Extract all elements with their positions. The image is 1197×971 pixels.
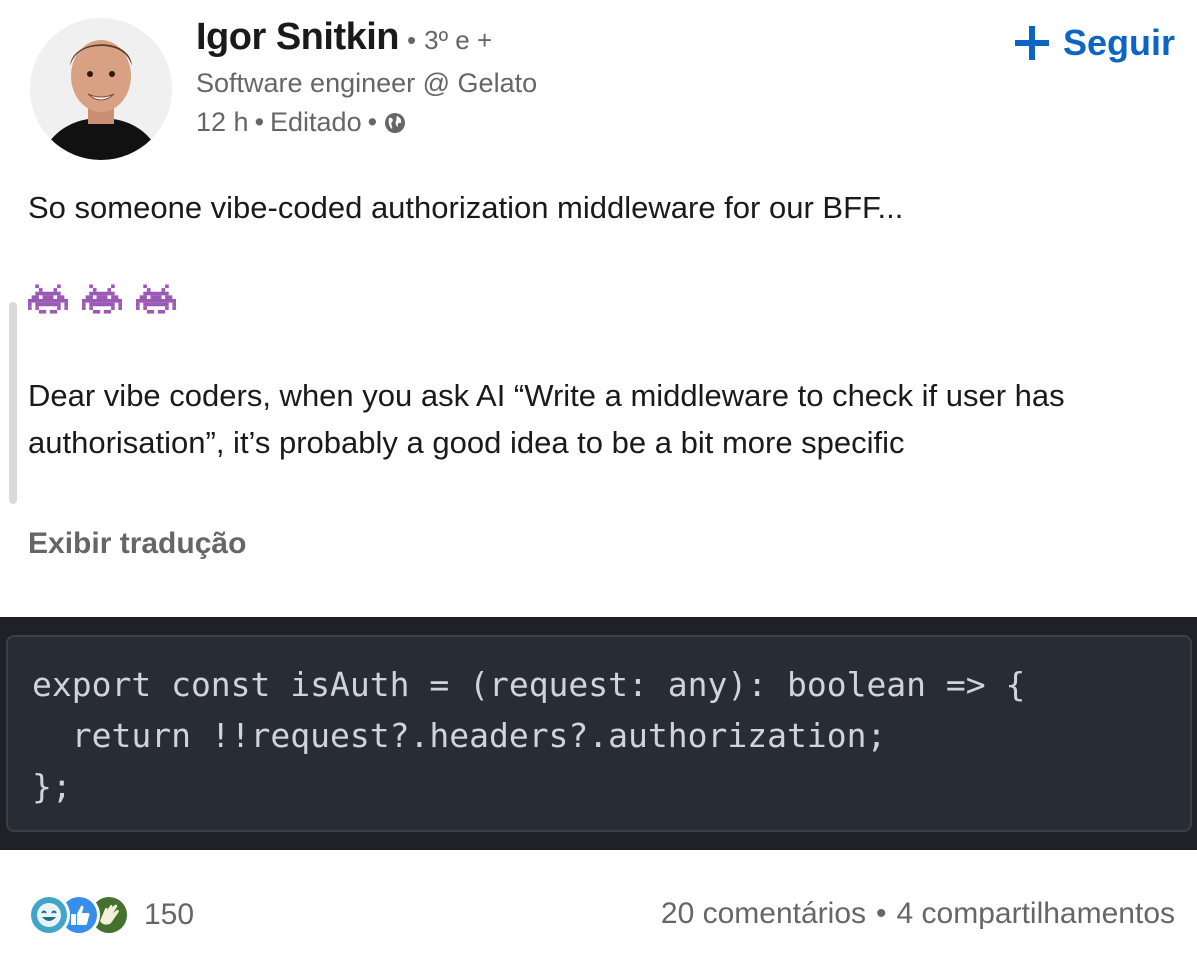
separator-dot: • [407,25,417,55]
separator-dot: • [367,107,378,137]
code-line: return !!request?.headers?.authorization… [32,716,887,755]
avatar[interactable] [30,18,172,160]
emoji-row [28,282,176,316]
post-text-line: So someone vibe-coded authorization midd… [28,190,904,225]
plus-icon [1013,24,1051,62]
globe-icon [383,111,407,135]
reaction-count: 150 [144,898,195,931]
shares-count-link[interactable]: 4 compartilhamentos [897,897,1175,931]
connection-degree: 3º e + [424,25,493,55]
separator-dot: • [254,107,265,137]
alien-monster-emoji [28,282,68,316]
comments-count-link[interactable]: 20 comentários [661,897,866,931]
post-time: 12 h [196,107,249,137]
author-headline: Software engineer @ Gelato [196,68,538,98]
author-name[interactable]: Igor Snitkin [196,16,400,59]
show-translation-link[interactable]: Exibir tradução [28,527,246,561]
post-card: Igor Snitkin • 3º e + Software engineer … [0,0,1197,971]
alien-monster-emoji [136,282,176,316]
edited-label: Editado [270,107,362,137]
author-line: Igor Snitkin • 3º e + [196,16,492,59]
reactions-summary[interactable]: 150 [28,894,194,936]
text-scroll-indicator [9,302,17,504]
separator-dot: • [876,897,887,930]
alien-monster-emoji [82,282,122,316]
post-meta: 12 h • Editado • [196,107,407,138]
post-image[interactable]: export const isAuth = (request: any): bo… [0,617,1197,850]
funny-icon [28,894,70,936]
code-block: export const isAuth = (request: any): bo… [6,635,1192,832]
code-line: export const isAuth = (request: any): bo… [32,665,1026,704]
follow-button[interactable]: Seguir [1013,22,1175,64]
code-line: }; [32,767,72,806]
social-counts: 20 comentários • 4 compartilhamentos [661,897,1175,931]
follow-label: Seguir [1062,22,1175,63]
post-text-paragraph: Dear vibe coders, when you ask AI “Write… [28,378,1065,460]
